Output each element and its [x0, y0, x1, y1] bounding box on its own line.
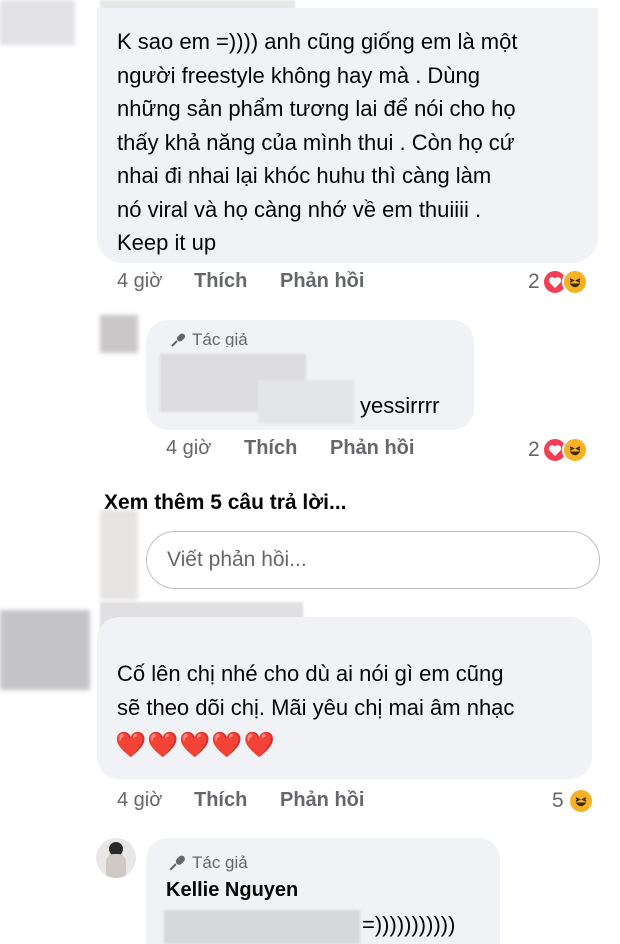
redacted-text	[164, 910, 360, 944]
avatar	[100, 510, 138, 600]
comment-text: Cố lên chị nhé cho dù ai nói gì em cũng …	[117, 661, 515, 720]
author-badge: Tác giả	[168, 853, 248, 873]
haha-reaction-icon	[567, 788, 594, 814]
see-more-replies-link[interactable]: Xem thêm 5 câu trả lời...	[104, 491, 347, 515]
comment-bubble: Cố lên chị nhé cho dù ai nói gì em cũng …	[97, 617, 592, 779]
reply-button[interactable]: Phản hồi	[280, 789, 364, 812]
redacted-text	[258, 380, 354, 424]
reaction-count: 2	[528, 438, 540, 461]
avatar[interactable]	[96, 838, 136, 878]
timestamp[interactable]: 4 giờ	[117, 270, 194, 293]
reply-bubble: Tác giả yessirrrr	[146, 320, 474, 430]
reaction-summary[interactable]: 5	[552, 788, 594, 814]
reply-button[interactable]: Phản hồi	[330, 437, 414, 460]
avatar[interactable]	[0, 610, 90, 690]
comment-meta: 4 giờ Thích Phản hồi	[117, 789, 364, 812]
reply-bubble: Tác giả Kellie Nguyen =)))))))))))	[146, 838, 500, 944]
reply-meta: 4 giờ Thích Phản hồi	[166, 437, 414, 460]
microphone-icon	[171, 333, 186, 347]
reaction-summary[interactable]: 2	[528, 437, 588, 463]
reply-text: yessirrrr	[360, 393, 440, 418]
microphone-icon	[169, 855, 185, 871]
reply-text: =)))))))))))	[362, 912, 456, 937]
timestamp[interactable]: 4 giờ	[166, 437, 244, 460]
avatar[interactable]	[100, 315, 138, 353]
avatar[interactable]	[0, 0, 75, 45]
reply-placeholder: Viết phản hồi...	[167, 548, 307, 571]
heart-emojis: ❤️❤️❤️❤️❤️	[115, 731, 276, 759]
reply-button[interactable]: Phản hồi	[280, 270, 364, 293]
author-badge: Tác giả	[170, 333, 248, 347]
like-button[interactable]: Thích	[194, 270, 280, 293]
reaction-count: 2	[528, 270, 540, 293]
like-button[interactable]: Thích	[194, 789, 280, 812]
timestamp[interactable]: 4 giờ	[117, 789, 194, 812]
comment-text: K sao em =)))) anh cũng giống em là một …	[117, 29, 518, 255]
author-name[interactable]: Kellie Nguyen	[166, 879, 298, 902]
comment-meta: 4 giờ Thích Phản hồi	[117, 270, 364, 293]
comment-bubble: K sao em =)))) anh cũng giống em là một …	[97, 8, 598, 263]
reaction-count: 5	[552, 789, 564, 812]
haha-reaction-icon	[561, 437, 588, 463]
like-button[interactable]: Thích	[244, 437, 330, 460]
reply-input[interactable]: Viết phản hồi...	[146, 531, 600, 589]
haha-reaction-icon	[561, 269, 588, 295]
reaction-summary[interactable]: 2	[528, 269, 588, 295]
